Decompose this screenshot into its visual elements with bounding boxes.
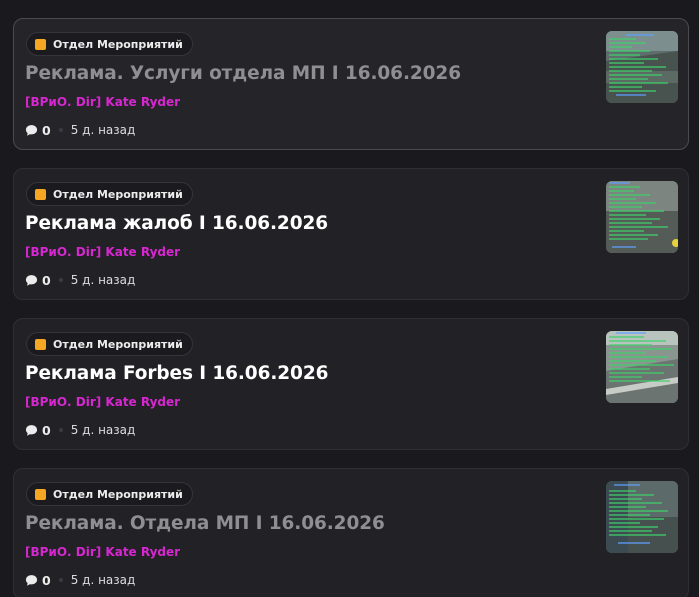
post-title[interactable]: Реклама. Услуги отдела МП I 16.06.2026 (25, 63, 461, 84)
category-label: Отдел Мероприятий (53, 337, 183, 351)
post-meta: 0 5 д. назад (25, 572, 135, 588)
comment-count: 0 (42, 422, 51, 438)
meta-separator (58, 578, 63, 582)
post-thumbnail[interactable] (606, 481, 678, 553)
post-thumbnail[interactable] (606, 31, 678, 103)
meta-separator (58, 278, 63, 282)
comment-bubble-icon (25, 574, 38, 586)
comment-count: 0 (42, 272, 51, 288)
post-title[interactable]: Реклама Forbes I 16.06.2026 (25, 363, 328, 384)
post-card[interactable]: Отдел Мероприятий Реклама жалоб I 16.06.… (13, 168, 689, 300)
post-card[interactable]: Отдел Мероприятий Реклама Forbes I 16.06… (13, 318, 689, 450)
screenshot-thumbnail-image (606, 331, 678, 403)
post-title[interactable]: Реклама жалоб I 16.06.2026 (25, 213, 328, 234)
category-label: Отдел Мероприятий (53, 187, 183, 201)
category-square-icon (35, 38, 46, 50)
comment-bubble-icon (25, 424, 38, 436)
post-meta: 0 5 д. назад (25, 272, 135, 288)
post-card[interactable]: Отдел Мероприятий Реклама. Отдела МП I 1… (13, 468, 689, 597)
category-square-icon (35, 488, 46, 500)
meta-separator (58, 128, 63, 132)
screenshot-thumbnail-image (606, 31, 678, 103)
category-square-icon (35, 188, 46, 200)
category-chip[interactable]: Отдел Мероприятий (26, 182, 193, 206)
post-author[interactable]: [ВРиО. Dir] Kate Ryder (25, 95, 180, 109)
comment-bubble-icon (25, 124, 38, 136)
category-chip[interactable]: Отдел Мероприятий (26, 332, 193, 356)
post-author[interactable]: [ВРиО. Dir] Kate Ryder (25, 545, 180, 559)
category-label: Отдел Мероприятий (53, 37, 183, 51)
post-meta: 0 5 д. назад (25, 122, 135, 138)
post-thumbnail[interactable] (606, 181, 678, 253)
post-title[interactable]: Реклама. Отдела МП I 16.06.2026 (25, 513, 385, 534)
screenshot-thumbnail-image (606, 481, 678, 553)
category-chip[interactable]: Отдел Мероприятий (26, 482, 193, 506)
screenshot-thumbnail-image (606, 181, 678, 253)
meta-separator (58, 428, 63, 432)
post-meta: 0 5 д. назад (25, 422, 135, 438)
post-card[interactable]: Отдел Мероприятий Реклама. Услуги отдела… (13, 18, 689, 150)
comment-count: 0 (42, 572, 51, 588)
comment-count: 0 (42, 122, 51, 138)
post-time: 5 д. назад (70, 573, 136, 587)
post-author[interactable]: [ВРиО. Dir] Kate Ryder (25, 245, 180, 259)
post-feed: Отдел Мероприятий Реклама. Услуги отдела… (0, 0, 699, 597)
category-square-icon (35, 338, 46, 350)
post-author[interactable]: [ВРиО. Dir] Kate Ryder (25, 395, 180, 409)
category-label: Отдел Мероприятий (53, 487, 183, 501)
category-chip[interactable]: Отдел Мероприятий (26, 32, 193, 56)
post-time: 5 д. назад (70, 273, 136, 287)
comment-bubble-icon (25, 274, 38, 286)
post-time: 5 д. назад (70, 423, 136, 437)
post-thumbnail[interactable] (606, 331, 678, 403)
post-time: 5 д. назад (70, 123, 136, 137)
